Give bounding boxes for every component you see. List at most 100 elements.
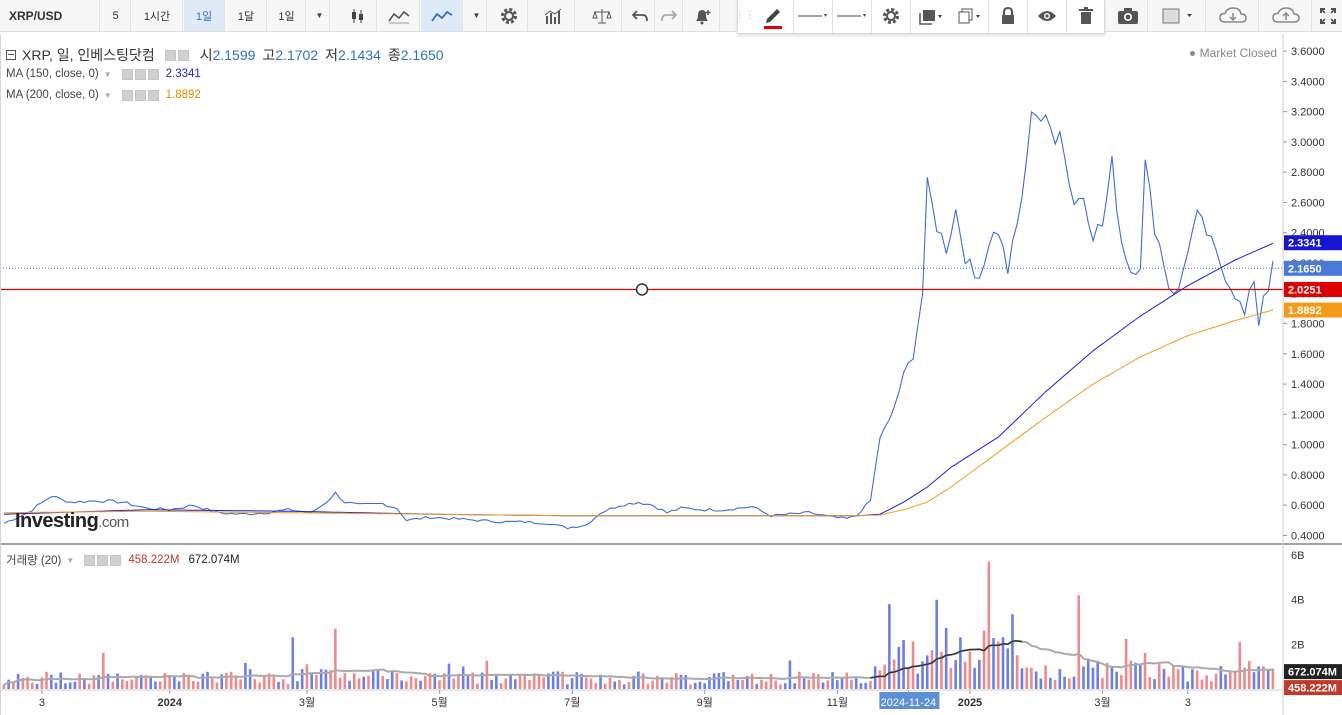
compare-button[interactable]	[582, 0, 622, 31]
layer-order-dropdown[interactable]	[911, 0, 949, 31]
timeframe-1h[interactable]: 1시간	[132, 0, 183, 31]
volume-bar	[35, 683, 39, 689]
area-chart-button[interactable]	[378, 0, 420, 31]
volume-bar	[566, 684, 569, 689]
cloud-load-button[interactable]	[1207, 0, 1259, 31]
low-label: 저	[325, 47, 339, 63]
volume-bar	[594, 683, 598, 689]
visibility-icon[interactable]	[84, 554, 96, 566]
settings-icon[interactable]	[134, 68, 146, 80]
volume-bar	[542, 677, 545, 689]
line-width-dropdown[interactable]	[833, 0, 871, 31]
volume-bar	[845, 672, 849, 689]
redo-button[interactable]	[655, 0, 683, 31]
volume-bar	[660, 678, 664, 689]
line-chart-button[interactable]	[421, 0, 463, 31]
close-icon[interactable]	[147, 89, 159, 101]
volume-bar	[97, 675, 100, 689]
volume-value: 458.222M	[128, 554, 180, 566]
volume-bar	[78, 673, 81, 689]
volume-bar	[1139, 664, 1142, 689]
volume-bar	[736, 679, 740, 689]
scale-icon	[591, 8, 612, 23]
close-icon[interactable]	[147, 68, 159, 80]
volume-bar	[1034, 671, 1038, 689]
fullscreen-button[interactable]	[1313, 0, 1342, 31]
indicators-button[interactable]	[533, 0, 575, 31]
candlestick-icon	[351, 8, 363, 23]
caret-down-icon[interactable]: ▼	[66, 556, 74, 565]
visibility-icon[interactable]	[121, 89, 133, 101]
volume-bar	[386, 679, 389, 689]
x-tick-label: 7월	[564, 696, 580, 709]
lock-button[interactable]	[989, 0, 1027, 31]
volume-bar	[1115, 671, 1118, 689]
volume-bar	[996, 641, 1000, 689]
add-alert-button[interactable]	[684, 0, 720, 31]
template-dropdown[interactable]	[1152, 0, 1206, 31]
drag-handle[interactable]: ⋮⋮	[735, 0, 755, 31]
close-icon[interactable]	[110, 554, 122, 566]
undo-button[interactable]	[625, 0, 655, 31]
volume-bar	[348, 680, 351, 689]
volume-bar	[1134, 662, 1137, 689]
volume-bar	[641, 673, 645, 689]
ma200-series-line	[4, 309, 1274, 517]
legend-icons	[164, 49, 189, 61]
settings-icon[interactable]	[134, 89, 146, 101]
caret-down-icon[interactable]: ▼	[104, 70, 112, 79]
volume-bar	[968, 651, 972, 689]
volume-bar	[959, 637, 962, 689]
volume-bar	[1082, 666, 1085, 689]
volume-bar	[1086, 658, 1090, 689]
timeframe-dropdown-button[interactable]: ▼	[307, 0, 330, 31]
timeframe-1d[interactable]: 1일	[184, 0, 225, 31]
drawing-color-button[interactable]	[754, 0, 792, 31]
timeframe-selected[interactable]: 1일	[268, 0, 306, 31]
volume-bar	[310, 673, 313, 689]
volume-bar	[409, 676, 413, 689]
volume-bar	[239, 679, 242, 689]
volume-bar	[461, 666, 465, 689]
volume-bar	[281, 679, 285, 689]
volume-bar	[911, 641, 915, 689]
visibility-button[interactable]	[1028, 0, 1066, 31]
bell-plus-icon	[695, 9, 710, 24]
settings-icon[interactable]	[97, 554, 109, 566]
volume-bar	[523, 674, 527, 689]
snapshot-button[interactable]	[1108, 0, 1148, 31]
cloud-save-button[interactable]	[1260, 0, 1312, 31]
volume-bar	[760, 679, 763, 689]
delete-drawing-button[interactable]	[1067, 0, 1105, 31]
volume-bar	[509, 675, 512, 689]
timeframe-1mo[interactable]: 1달	[226, 0, 267, 31]
drawing-handle[interactable]	[635, 283, 649, 296]
visibility-icon[interactable]	[121, 68, 133, 80]
symbol-selector[interactable]: XRP/USD	[0, 0, 100, 31]
y-tick-label: 0.8000	[1291, 470, 1325, 482]
volume-bar	[272, 675, 276, 689]
clone-dropdown[interactable]	[950, 0, 988, 31]
volume-bar	[674, 673, 678, 689]
caret-down-icon: ▼	[472, 11, 481, 20]
collapse-icon[interactable]	[6, 50, 16, 60]
visibility-icon[interactable]	[164, 49, 176, 61]
volume-bar	[850, 679, 853, 689]
chart-canvas[interactable]: 3.60003.40003.20003.00002.80002.60002.40…	[0, 34, 1342, 715]
chart-type-dropdown-button[interactable]: ▼	[464, 0, 487, 31]
volume-bar	[7, 679, 10, 689]
volume-bar	[210, 678, 214, 689]
volume-bar	[727, 681, 730, 689]
drawing-settings-button[interactable]	[872, 0, 910, 31]
caret-down-icon[interactable]: ▼	[104, 91, 112, 100]
ma150-label: MA (150, close, 0)	[6, 68, 99, 80]
settings-icon[interactable]	[177, 49, 189, 61]
volume-bar	[504, 678, 508, 689]
volume-bar	[248, 669, 252, 689]
line-style-dropdown[interactable]	[794, 0, 832, 31]
timeframe-5[interactable]: 5	[101, 0, 131, 31]
settings-button[interactable]	[490, 0, 528, 31]
volume-bar	[68, 682, 72, 689]
volume-bar	[1167, 676, 1171, 689]
candlestick-chart-button[interactable]	[339, 0, 377, 31]
